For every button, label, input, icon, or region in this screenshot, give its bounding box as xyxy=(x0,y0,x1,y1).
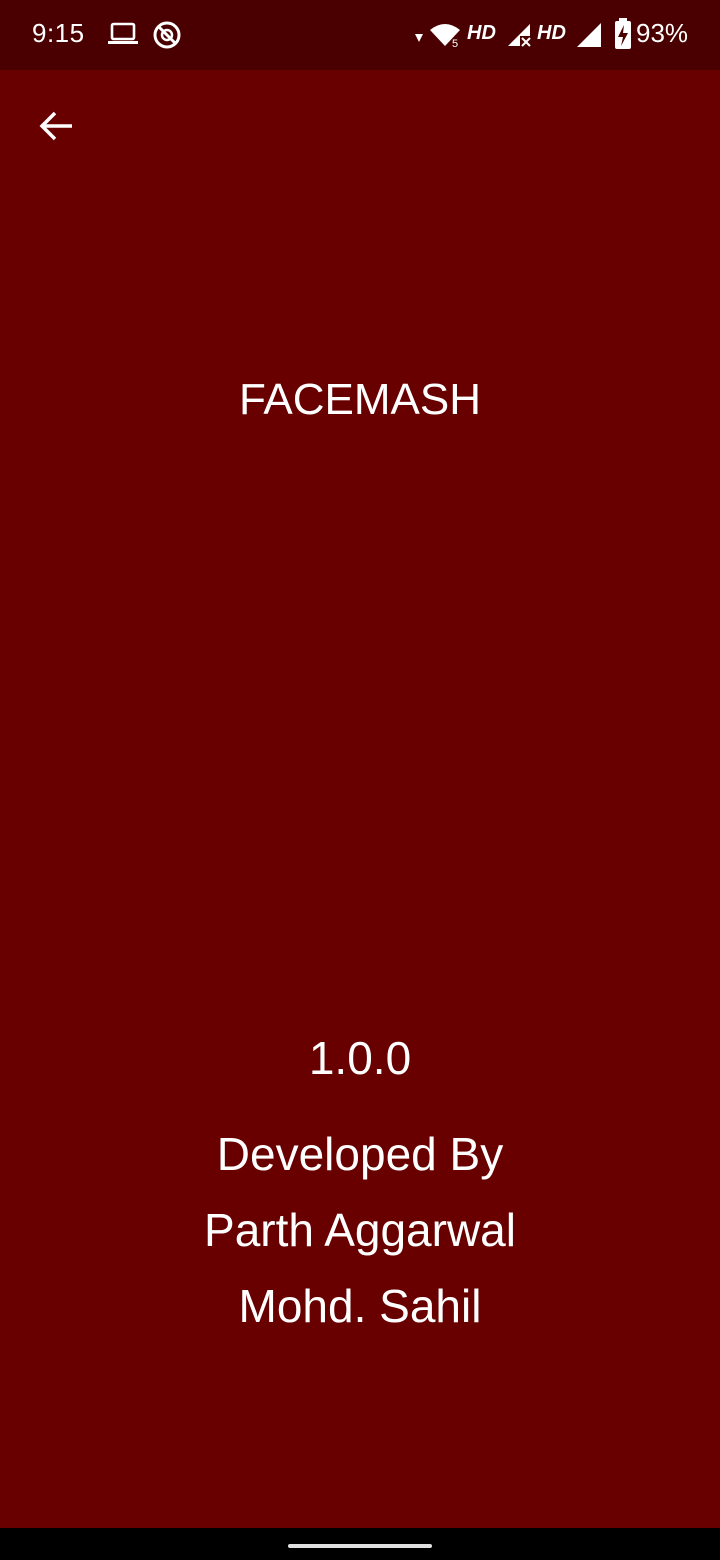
hd-label: HD xyxy=(467,22,496,44)
do-not-disturb-icon xyxy=(153,21,181,49)
data-down-icon xyxy=(415,34,423,42)
svg-text:5: 5 xyxy=(452,38,458,48)
navigation-bar xyxy=(0,1528,720,1560)
app-version: 1.0.0 xyxy=(308,1032,412,1084)
wifi-icon: 5 xyxy=(430,24,460,48)
back-button[interactable] xyxy=(24,96,88,156)
hd-label: HD xyxy=(537,22,566,44)
developer-name: Parth Aggarwal xyxy=(204,1204,516,1256)
battery-percent: 93% xyxy=(636,18,689,48)
about-screen: 9:15 5 HD HD 93% FACEMASH 1.0.0 Develope… xyxy=(0,0,720,1560)
laptop-icon xyxy=(108,22,138,44)
status-bar: 9:15 5 HD HD 93% xyxy=(0,0,720,70)
battery-charging-icon xyxy=(615,18,631,49)
status-time: 9:15 xyxy=(32,18,85,48)
home-gesture-handle[interactable] xyxy=(288,1544,432,1548)
signal-icon xyxy=(508,24,532,48)
signal-icon xyxy=(577,23,601,47)
app-name: FACEMASH xyxy=(238,375,482,424)
developer-name: Mohd. Sahil xyxy=(238,1280,482,1332)
developed-by-label: Developed By xyxy=(216,1128,504,1180)
arrow-left-icon xyxy=(39,111,72,141)
